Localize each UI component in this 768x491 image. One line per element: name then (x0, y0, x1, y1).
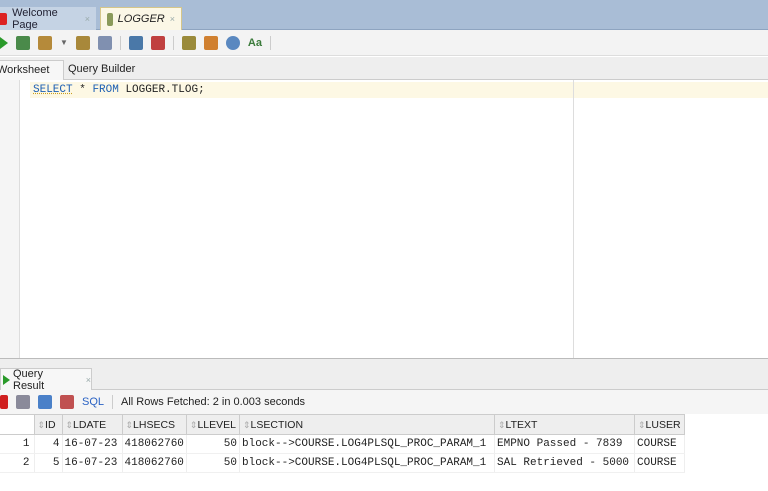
run-icon (3, 374, 10, 385)
autotrace-icon[interactable] (128, 35, 143, 50)
tab-logger[interactable]: LOGGER × (100, 7, 182, 30)
close-icon[interactable]: × (85, 14, 90, 24)
unshared-sql-icon[interactable] (181, 35, 196, 50)
table-row[interactable]: 1 4 16-07-23 418062760 50 block-->COURSE… (0, 434, 685, 454)
run-statement-icon[interactable] (0, 36, 8, 49)
cell-luser[interactable]: COURSE (634, 453, 685, 473)
cell-luser[interactable]: COURSE (634, 434, 685, 454)
row-number: 2 (0, 453, 35, 473)
cell-llevel[interactable]: 50 (186, 453, 241, 473)
cell-lhsecs[interactable]: 418062760 (122, 434, 187, 454)
sort-icon: ⇕ (498, 419, 506, 430)
toolbar-separator (112, 395, 114, 409)
commit-icon[interactable] (38, 35, 52, 50)
sql-link[interactable]: SQL (82, 396, 104, 408)
close-icon[interactable]: × (170, 14, 175, 24)
explain-plan-icon[interactable] (97, 35, 112, 50)
clear-icon[interactable] (203, 35, 218, 50)
refresh-icon[interactable] (38, 395, 52, 409)
keyword-from: FROM (92, 84, 119, 96)
right-margin-line (573, 80, 574, 358)
print-icon[interactable] (16, 395, 30, 409)
tab-welcome-page[interactable]: Welcome Page × (0, 7, 96, 31)
row-number: 1 (0, 434, 35, 454)
column-header-llevel[interactable]: ⇕LLEVEL (185, 414, 241, 435)
cell-lsection[interactable]: block-->COURSE.LOG4PLSQL_PROC_PARAM_1 (239, 434, 495, 454)
header-row: ⇕ID ⇕LDATE ⇕LHSECS ⇕LLEVEL ⇕LSECTION ⇕LT… (0, 414, 685, 435)
sql-code[interactable]: SELECT * FROM LOGGER.TLOG; (33, 84, 205, 96)
worksheet-subtabs: Worksheet Query Builder (0, 57, 768, 80)
sort-icon: ⇕ (37, 419, 46, 430)
format-icon[interactable]: Aa (248, 37, 262, 49)
asterisk: * (79, 84, 86, 96)
toolbar-separator (119, 35, 121, 50)
cell-lsection[interactable]: block-->COURSE.LOG4PLSQL_PROC_PARAM_1 (239, 453, 495, 473)
oracle-icon (0, 12, 8, 25)
sql-editor[interactable]: SELECT * FROM LOGGER.TLOG; (0, 80, 768, 358)
cell-id[interactable]: 5 (34, 453, 63, 473)
pin-icon[interactable] (0, 395, 8, 409)
toolbar-separator (172, 35, 174, 50)
tab-query-builder[interactable]: Query Builder (62, 60, 141, 80)
cell-ltext[interactable]: SAL Retrieved - 5000 (494, 453, 635, 473)
sort-icon: ⇕ (638, 419, 646, 430)
tab-worksheet[interactable]: Worksheet (0, 60, 64, 80)
history-icon[interactable] (225, 35, 240, 50)
column-header-id[interactable]: ⇕ID (33, 414, 63, 435)
column-header-ldate[interactable]: ⇕LDATE (61, 414, 123, 435)
toolbar-separator (269, 35, 271, 50)
close-icon[interactable]: × (86, 375, 91, 385)
sort-icon: ⇕ (243, 419, 251, 430)
column-header-lhsecs[interactable]: ⇕LHSECS (121, 414, 187, 435)
result-tabbar: Query Result × (0, 366, 768, 392)
dropdown-icon[interactable]: ▼ (60, 38, 68, 47)
result-grid: ⇕ID ⇕LDATE ⇕LHSECS ⇕LLEVEL ⇕LSECTION ⇕LT… (0, 414, 685, 473)
result-toolbar: SQL All Rows Fetched: 2 in 0.003 seconds (0, 390, 768, 414)
column-header-luser[interactable]: ⇕LUSER (634, 414, 685, 435)
cell-id[interactable]: 4 (34, 434, 63, 454)
document-tabbar: Welcome Page × LOGGER × (0, 0, 768, 31)
export-icon[interactable] (60, 395, 74, 409)
sql-tuning-icon[interactable] (150, 35, 165, 50)
splitter[interactable] (0, 358, 768, 366)
line-gutter (0, 80, 20, 358)
database-connection-icon (107, 12, 113, 26)
keyword-select: SELECT (33, 84, 73, 96)
row-number-header (0, 414, 35, 435)
cell-ldate[interactable]: 16-07-23 (62, 453, 123, 473)
column-header-lsection[interactable]: ⇕LSECTION (239, 414, 495, 435)
sort-icon: ⇕ (125, 419, 134, 430)
cell-llevel[interactable]: 50 (186, 434, 241, 454)
sort-icon: ⇕ (65, 419, 74, 430)
worksheet-toolbar: ▼ Aa (0, 30, 768, 56)
table-row[interactable]: 2 5 16-07-23 418062760 50 block-->COURSE… (0, 453, 685, 473)
column-header-ltext[interactable]: ⇕LTEXT (494, 414, 635, 435)
cell-lhsecs[interactable]: 418062760 (122, 453, 187, 473)
rollback-icon[interactable] (75, 35, 90, 50)
fetch-status: All Rows Fetched: 2 in 0.003 seconds (121, 396, 306, 408)
run-script-icon[interactable] (16, 35, 30, 50)
cell-ldate[interactable]: 16-07-23 (62, 434, 123, 454)
table-name: LOGGER.TLOG; (125, 84, 205, 96)
cell-ltext[interactable]: EMPNO Passed - 7839 (494, 434, 635, 454)
tab-query-result[interactable]: Query Result × (0, 368, 92, 392)
